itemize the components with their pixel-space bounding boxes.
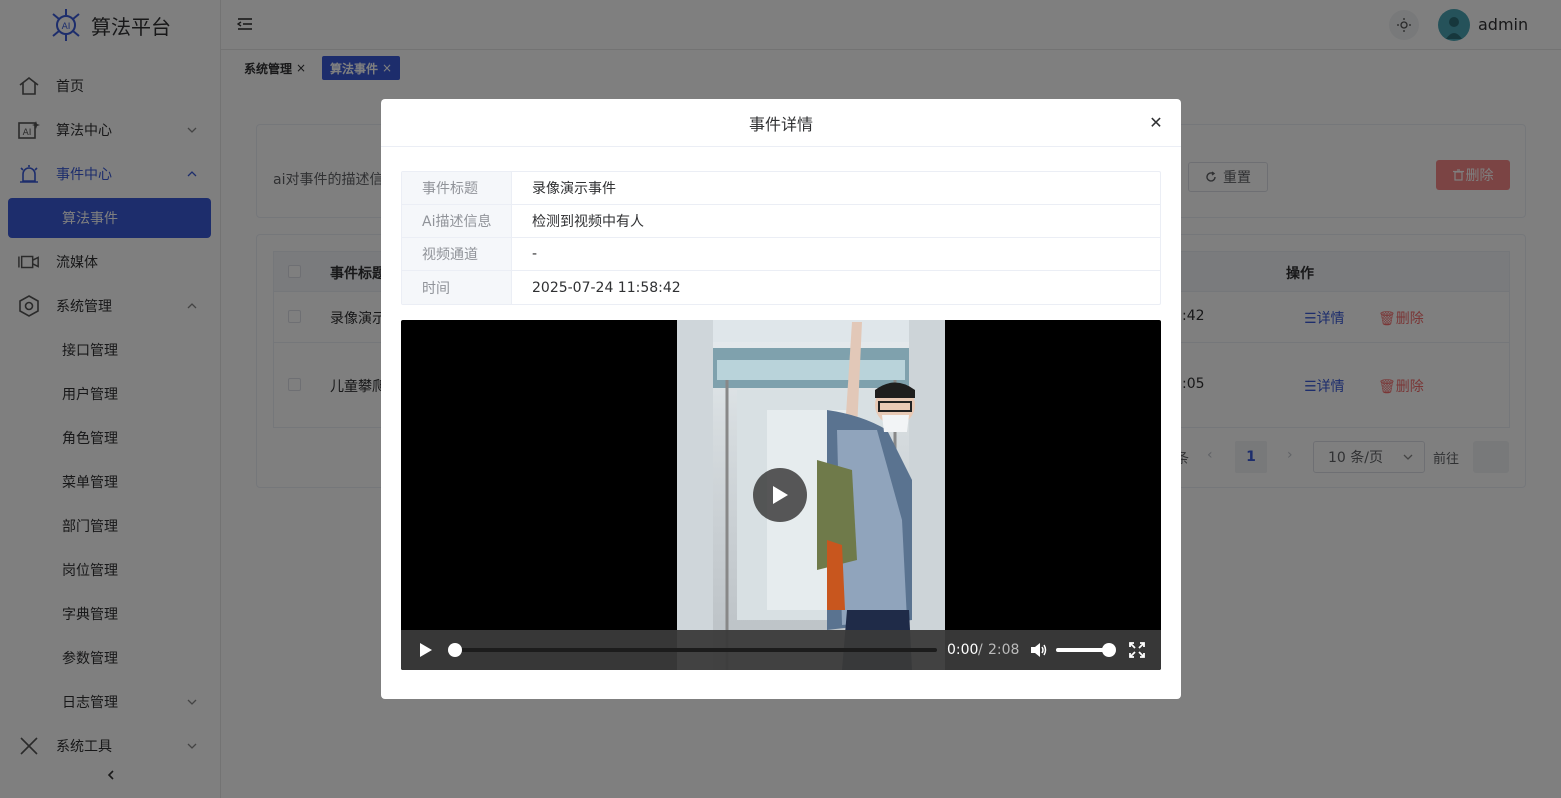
desc-label: 时间 — [402, 271, 512, 304]
fullscreen-icon[interactable] — [1129, 642, 1145, 662]
event-descriptions: 事件标题 录像演示事件 Ai描述信息 检测到视频中有人 视频通道 - 时间 20… — [401, 171, 1161, 305]
current-time: 0:00 — [947, 642, 979, 658]
duration: 2:08 — [988, 642, 1020, 658]
desc-row-time: 时间 2025-07-24 11:58:42 — [402, 271, 1160, 304]
play-button[interactable] — [753, 468, 807, 522]
desc-value: 录像演示事件 — [532, 181, 616, 197]
desc-label: Ai描述信息 — [402, 205, 512, 237]
play-icon — [773, 486, 788, 504]
desc-label: 视频通道 — [402, 238, 512, 270]
desc-row-video-channel: 视频通道 - — [402, 238, 1160, 271]
close-icon[interactable]: ✕ — [1149, 113, 1163, 132]
desc-row-title: 事件标题 录像演示事件 — [402, 172, 1160, 205]
desc-value: 2025-07-24 11:58:42 — [532, 279, 681, 296]
progress-handle[interactable] — [448, 643, 462, 657]
time-separator: / — [978, 642, 983, 658]
progress-bar[interactable] — [455, 648, 937, 652]
event-detail-dialog: 事件详情 ✕ 事件标题 录像演示事件 Ai描述信息 检测到视频中有人 视频通道 … — [381, 99, 1181, 699]
desc-value: - — [532, 246, 538, 262]
desc-label: 事件标题 — [402, 172, 512, 204]
volume-slider[interactable] — [1056, 648, 1108, 652]
dialog-title: 事件详情 — [748, 114, 813, 134]
video-frame — [677, 320, 945, 670]
desc-value: 检测到视频中有人 — [532, 214, 644, 230]
play-icon[interactable] — [419, 642, 433, 662]
volume-icon[interactable] — [1029, 641, 1047, 663]
video-player[interactable]: 0:00 / 2:08 — [401, 320, 1161, 670]
volume-handle[interactable] — [1102, 643, 1116, 657]
dialog-header: 事件详情 ✕ — [381, 99, 1181, 147]
video-controls: 0:00 / 2:08 — [401, 630, 1161, 670]
desc-row-ai-description: Ai描述信息 检测到视频中有人 — [402, 205, 1160, 238]
